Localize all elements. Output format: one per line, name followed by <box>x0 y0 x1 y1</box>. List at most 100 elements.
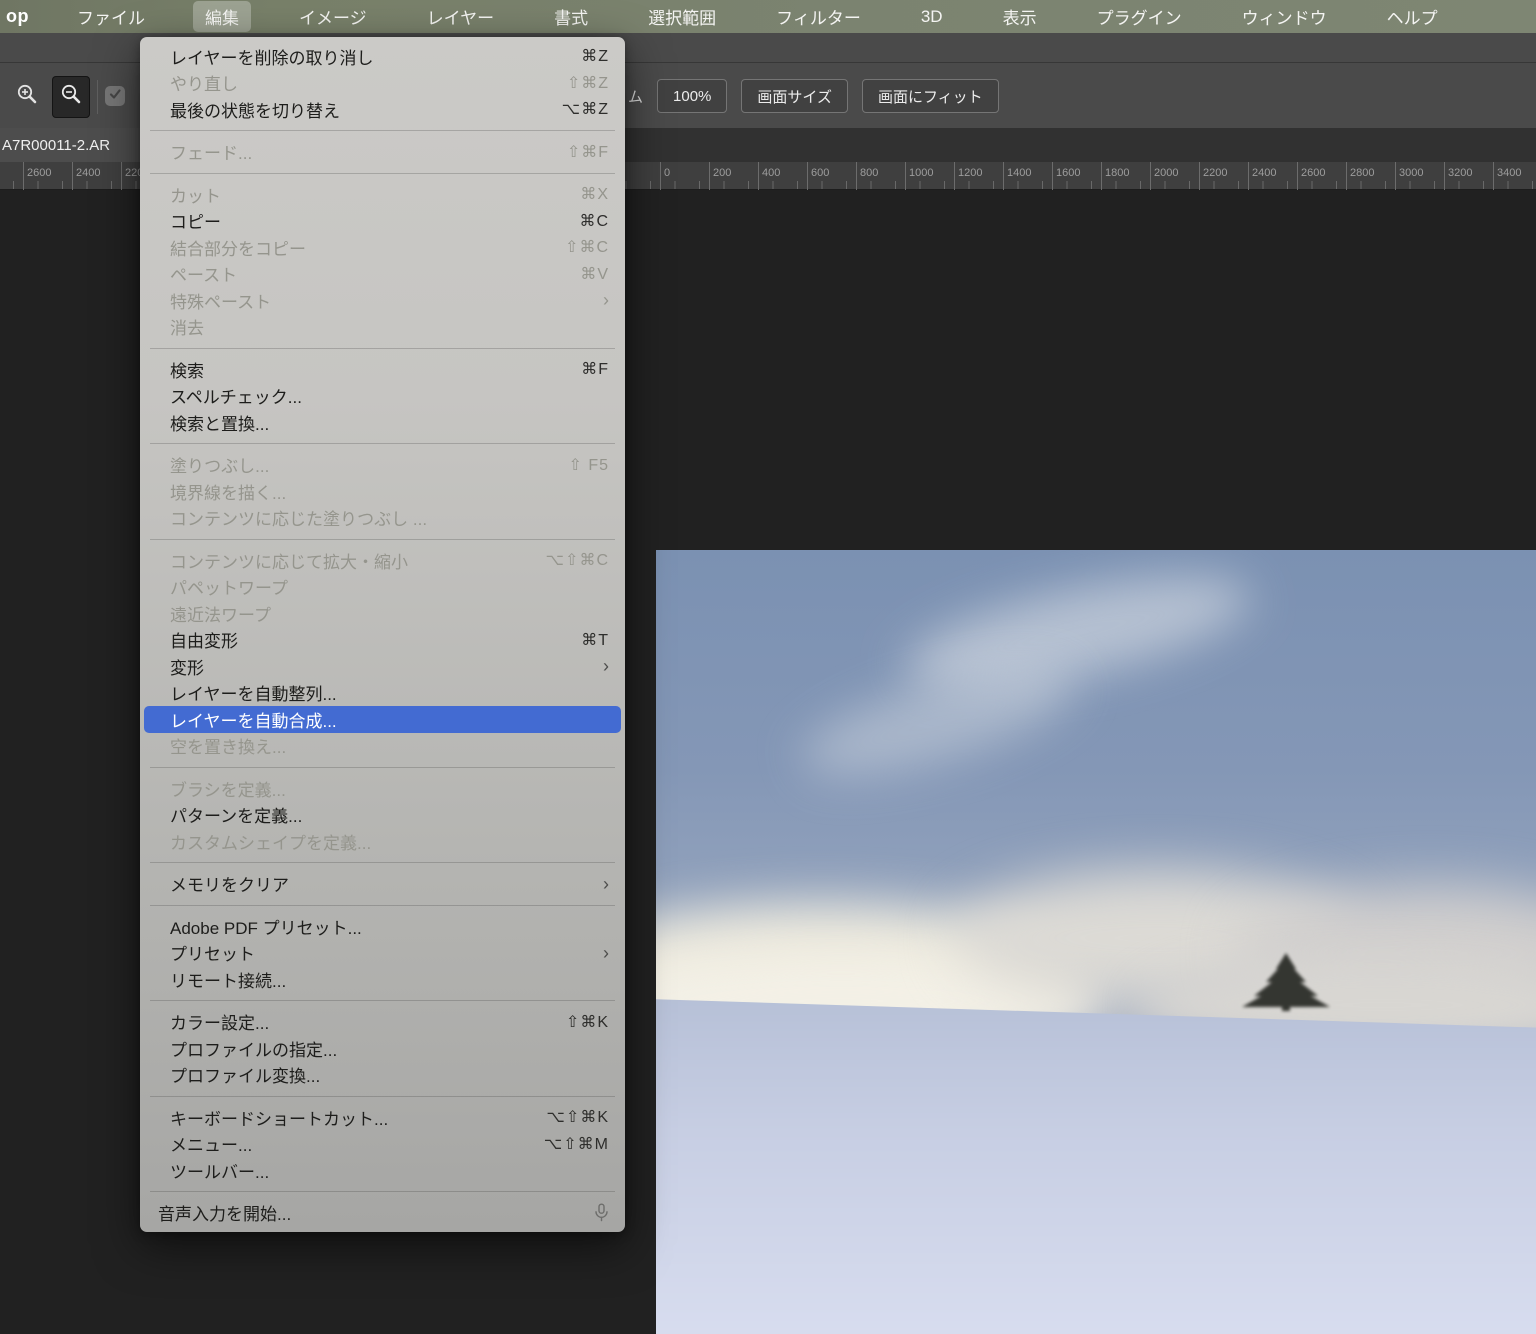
edit-menu-item-shortcut: ⌘X <box>580 184 609 204</box>
menubar-item[interactable]: 編集 <box>193 1 251 32</box>
edit-menu-item-label: ブラシを定義... <box>170 776 609 801</box>
document-filename: A7R00011-2.AR <box>2 137 110 154</box>
edit-menu-item-label: 最後の状態を切り替え <box>170 97 562 122</box>
menu-separator <box>150 348 615 349</box>
menubar-item[interactable]: ファイル <box>65 1 157 32</box>
menubar-item[interactable]: イメージ <box>287 1 379 32</box>
edit-menu-item-label: レイヤーを自動合成... <box>170 707 609 732</box>
edit-menu-item-shortcut: ⌘V <box>580 264 609 284</box>
menubar-item[interactable]: 書式 <box>542 1 600 32</box>
edit-menu-item[interactable]: ペースト⌘V <box>140 261 625 288</box>
edit-menu-item-label: カラー設定... <box>170 1009 566 1034</box>
edit-menu-item-label: メニュー... <box>170 1131 544 1156</box>
edit-menu-item-label: レイヤーを自動整列... <box>170 680 609 705</box>
edit-menu-item-label: プロファイル変換... <box>170 1062 609 1087</box>
scrubby-zoom-label-partial: ム <box>628 86 643 107</box>
edit-menu-item-label: パターンを定義... <box>170 802 609 827</box>
edit-menu-item-label: 結合部分をコピー <box>170 235 565 260</box>
edit-menu-item[interactable]: リモート接続... <box>140 966 625 993</box>
edit-menu-item-shortcut: ⌥⇧⌘M <box>544 1134 609 1154</box>
edit-menu-item[interactable]: カット⌘X <box>140 181 625 208</box>
edit-menu-item[interactable]: 音声入力を開始... <box>140 1200 625 1227</box>
app-name-partial[interactable]: op <box>6 6 29 27</box>
edit-menu-item[interactable]: ツールバー... <box>140 1157 625 1184</box>
photo-document[interactable] <box>656 550 1536 1334</box>
edit-menu-item[interactable]: 変形› <box>140 653 625 680</box>
edit-menu-item-label: 検索と置換... <box>170 410 609 435</box>
edit-menu-item-shortcut: ⌥⇧⌘K <box>546 1107 609 1127</box>
menubar-item[interactable]: ヘルプ <box>1375 1 1450 32</box>
menu-separator <box>150 539 615 540</box>
edit-menu-item[interactable]: 検索⌘F <box>140 356 625 383</box>
menubar-item[interactable]: 3D <box>909 4 955 30</box>
edit-menu-item[interactable]: 空を置き換え... <box>140 733 625 760</box>
edit-menu-item-label: カット <box>170 182 580 207</box>
menubar-item[interactable]: ウィンドウ <box>1230 1 1339 32</box>
edit-menu-item[interactable]: スペルチェック... <box>140 383 625 410</box>
edit-menu-item-shortcut: ⇧⌘C <box>565 237 609 257</box>
edit-menu-item-label: キーボードショートカット... <box>170 1105 546 1130</box>
edit-dropdown-menu: レイヤーを削除の取り消し⌘Zやり直し⇧⌘Z最後の状態を切り替え⌥⌘Zフェード..… <box>140 37 625 1232</box>
edit-menu-item[interactable]: 消去 <box>140 314 625 341</box>
edit-menu-item-label: 空を置き換え... <box>170 733 609 758</box>
edit-menu-item-label: フェード... <box>170 139 567 164</box>
edit-menu-item[interactable]: やり直し⇧⌘Z <box>140 70 625 97</box>
edit-menu-item[interactable]: カラー設定...⇧⌘K <box>140 1009 625 1036</box>
edit-menu-item-label: レイヤーを削除の取り消し <box>170 44 581 69</box>
edit-menu-item[interactable]: 結合部分をコピー⇧⌘C <box>140 234 625 261</box>
edit-menu-item[interactable]: レイヤーを自動合成... <box>144 706 621 733</box>
zoom-in-button[interactable] <box>8 76 46 118</box>
edit-menu-item[interactable]: 特殊ペースト› <box>140 287 625 314</box>
edit-menu-item[interactable]: コピー⌘C <box>140 208 625 235</box>
edit-menu-item[interactable]: プロファイルの指定... <box>140 1035 625 1062</box>
edit-menu-item[interactable]: レイヤーを自動整列... <box>140 680 625 707</box>
edit-menu-item[interactable]: 自由変形⌘T <box>140 627 625 654</box>
zoom-out-button[interactable] <box>52 76 90 118</box>
edit-menu-item[interactable]: 最後の状態を切り替え⌥⌘Z <box>140 96 625 123</box>
screen-size-button[interactable]: 画面サイズ <box>741 79 848 113</box>
edit-menu-item[interactable]: コンテンツに応じて拡大・縮小⌥⇧⌘C <box>140 547 625 574</box>
edit-menu-item[interactable]: メニュー...⌥⇧⌘M <box>140 1131 625 1158</box>
edit-menu-item[interactable]: プリセット› <box>140 940 625 967</box>
edit-menu-item[interactable]: パペットワープ <box>140 574 625 601</box>
zoom-100-button[interactable]: 100% <box>657 79 727 113</box>
edit-menu-item[interactable]: ブラシを定義... <box>140 775 625 802</box>
menubar-item[interactable]: プラグイン <box>1085 1 1194 32</box>
fit-screen-button[interactable]: 画面にフィット <box>862 79 999 113</box>
edit-menu-item[interactable]: コンテンツに応じた塗りつぶし ... <box>140 505 625 532</box>
document-tab[interactable]: A7R00011-2.AR <box>0 128 150 162</box>
menubar-item[interactable]: 選択範囲 <box>636 1 728 32</box>
submenu-arrow-icon: › <box>603 944 609 962</box>
zoom-out-icon <box>56 80 86 115</box>
edit-menu-item[interactable]: 塗りつぶし...⇧ F5 <box>140 452 625 479</box>
checkmark-icon <box>108 87 122 106</box>
menu-separator <box>150 905 615 906</box>
menubar-item[interactable]: 表示 <box>991 1 1049 32</box>
edit-menu-item[interactable]: フェード...⇧⌘F <box>140 139 625 166</box>
edit-menu-item[interactable]: 境界線を描く... <box>140 478 625 505</box>
edit-menu-item[interactable]: Adobe PDF プリセット... <box>140 913 625 940</box>
menu-separator <box>150 443 615 444</box>
edit-menu-item-shortcut: ⇧ F5 <box>568 455 609 475</box>
scrubby-zoom-checkbox[interactable] <box>105 86 125 106</box>
edit-menu-item[interactable]: 検索と置換... <box>140 409 625 436</box>
menu-separator <box>150 767 615 768</box>
edit-menu-item[interactable]: メモリをクリア› <box>140 871 625 898</box>
edit-menu-item[interactable]: パターンを定義... <box>140 802 625 829</box>
macos-menubar: op ファイル 編集 イメージ レイヤー 書式 選択範囲 フィルター 3D 表示 プラグイン ウィン… <box>0 0 1536 33</box>
edit-menu-item[interactable]: カスタムシェイプを定義... <box>140 828 625 855</box>
edit-menu-item-shortcut: ⇧⌘Z <box>567 73 609 93</box>
edit-menu-item-shortcut: ⌘Z <box>581 46 609 66</box>
edit-menu-item-label: リモート接続... <box>170 967 609 992</box>
edit-menu-item[interactable]: レイヤーを削除の取り消し⌘Z <box>140 43 625 70</box>
edit-menu-item-label: 遠近法ワープ <box>170 601 609 626</box>
tree-silhouette <box>1240 951 1332 1018</box>
edit-menu-item-label: ツールバー... <box>170 1158 609 1183</box>
menubar-item[interactable]: レイヤー <box>415 1 507 32</box>
edit-menu-item[interactable]: プロファイル変換... <box>140 1062 625 1089</box>
menu-separator <box>150 1000 615 1001</box>
edit-menu-item[interactable]: キーボードショートカット...⌥⇧⌘K <box>140 1104 625 1131</box>
edit-menu-item[interactable]: 遠近法ワープ <box>140 600 625 627</box>
edit-menu-item-label: コンテンツに応じた塗りつぶし ... <box>170 505 609 530</box>
menubar-item[interactable]: フィルター <box>764 1 873 32</box>
